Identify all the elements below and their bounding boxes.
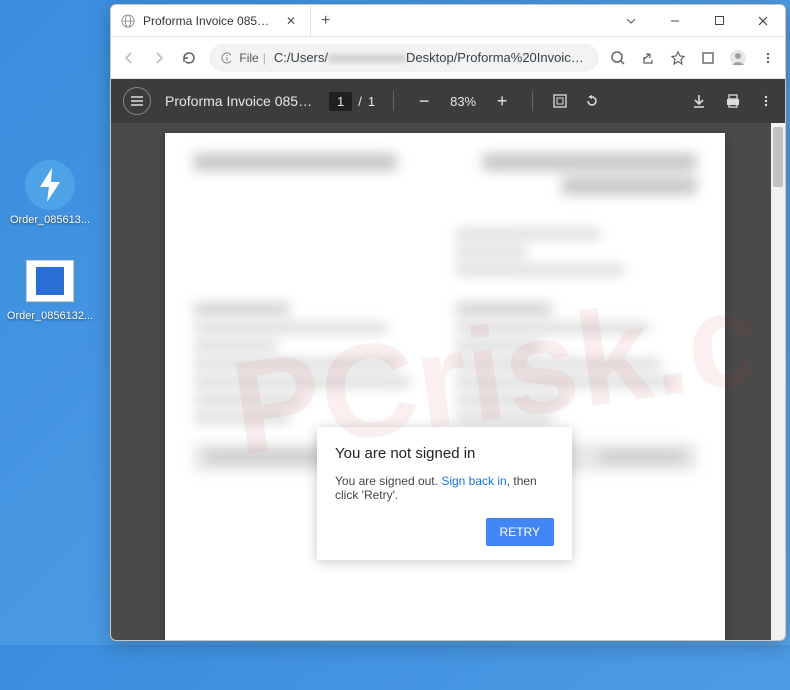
page-current-input[interactable]: 1 xyxy=(329,92,352,111)
pdf-page: You are not signed in You are signed out… xyxy=(165,133,725,640)
desktop-icon-order-2[interactable]: Order_0856132... xyxy=(10,256,90,322)
lightning-icon xyxy=(25,160,75,210)
tab-close-button[interactable]: ✕ xyxy=(282,14,300,28)
pdf-toolbar: Proforma Invoice 08561... 1 / 1 − 83% + xyxy=(111,79,785,123)
dialog-title: You are not signed in xyxy=(335,445,554,462)
menu-icon[interactable] xyxy=(759,49,777,67)
bookmark-icon[interactable] xyxy=(669,49,687,67)
browser-tab[interactable]: Proforma Invoice 0856132.pdf ✕ xyxy=(111,6,311,36)
zoom-in-button[interactable]: + xyxy=(490,89,514,113)
divider xyxy=(532,91,533,111)
document-icon xyxy=(25,256,75,306)
window-controls xyxy=(609,6,785,36)
fit-page-icon[interactable] xyxy=(551,92,569,110)
print-icon[interactable] xyxy=(725,93,741,109)
info-icon xyxy=(221,52,231,64)
minimize-button[interactable] xyxy=(653,6,697,36)
profile-icon[interactable] xyxy=(729,49,747,67)
desktop-icon-label: Order_0856132... xyxy=(7,310,93,322)
scrollbar-thumb[interactable] xyxy=(773,127,783,187)
address-bar-icons xyxy=(609,49,777,67)
forward-button[interactable] xyxy=(149,48,169,68)
signin-dialog: You are not signed in You are signed out… xyxy=(317,427,572,560)
url-scheme-chip: File| xyxy=(239,51,265,65)
pdf-title: Proforma Invoice 08561... xyxy=(165,93,315,109)
page-indicator: 1 / 1 xyxy=(329,92,375,111)
extensions-icon[interactable] xyxy=(699,49,717,67)
more-icon[interactable] xyxy=(759,94,773,108)
desktop-icons: Order_085613... Order_0856132... xyxy=(10,160,90,352)
pdf-viewport: You are not signed in You are signed out… xyxy=(111,123,785,640)
reload-button[interactable] xyxy=(179,48,199,68)
close-button[interactable] xyxy=(741,6,785,36)
titlebar: Proforma Invoice 0856132.pdf ✕ + xyxy=(111,5,785,37)
download-icon[interactable] xyxy=(691,93,707,109)
back-button[interactable] xyxy=(119,48,139,68)
divider xyxy=(393,91,394,111)
hamburger-icon[interactable] xyxy=(123,87,151,115)
dialog-message: You are signed out. Sign back in, then c… xyxy=(335,474,554,502)
zoom-out-button[interactable]: − xyxy=(412,89,436,113)
tab-title: Proforma Invoice 0856132.pdf xyxy=(143,14,274,28)
desktop-icon-label: Order_085613... xyxy=(10,214,90,226)
page-total: 1 xyxy=(368,94,375,109)
desktop-icon-order-1[interactable]: Order_085613... xyxy=(10,160,90,226)
globe-icon xyxy=(121,14,135,28)
url-field[interactable]: File| C:/Users/xxxxxxxxxxxxDesktop/Profo… xyxy=(209,44,599,72)
retry-button[interactable]: RETRY xyxy=(486,518,554,546)
search-icon[interactable] xyxy=(609,49,627,67)
url-text: C:/Users/xxxxxxxxxxxxDesktop/Proforma%20… xyxy=(274,50,587,65)
zoom-level: 83% xyxy=(450,94,476,109)
dropdown-icon[interactable] xyxy=(609,6,653,36)
browser-window: Proforma Invoice 0856132.pdf ✕ + xyxy=(110,4,786,641)
blurred-pdf-content xyxy=(165,133,725,640)
share-icon[interactable] xyxy=(639,49,657,67)
rotate-icon[interactable] xyxy=(583,92,601,110)
sign-back-in-link[interactable]: Sign back in xyxy=(441,474,506,488)
address-bar: File| C:/Users/xxxxxxxxxxxxDesktop/Profo… xyxy=(111,37,785,79)
new-tab-button[interactable]: + xyxy=(311,12,340,30)
scrollbar[interactable] xyxy=(771,123,785,640)
maximize-button[interactable] xyxy=(697,6,741,36)
